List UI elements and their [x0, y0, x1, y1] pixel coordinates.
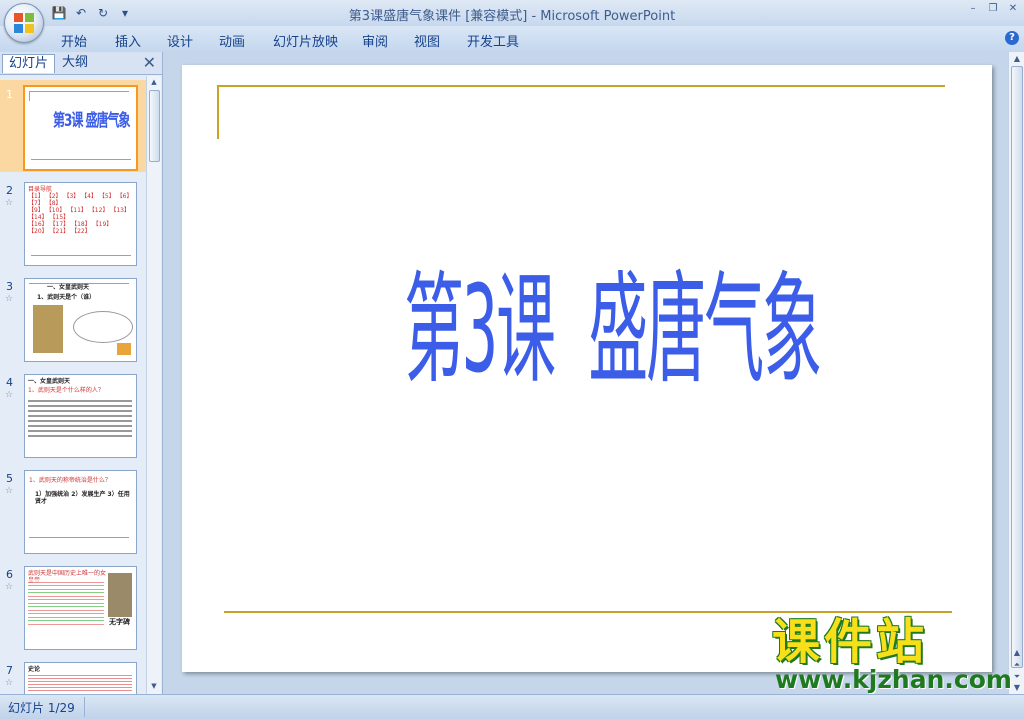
tab-design[interactable]: 设计: [167, 31, 193, 50]
slide-thumb-1[interactable]: 1 第3课 盛唐气象: [0, 80, 146, 172]
animation-star-icon: ☆: [5, 486, 14, 496]
scroll-down-icon[interactable]: ▼: [149, 682, 159, 692]
thumb-body: [28, 579, 104, 627]
slide-thumb-4[interactable]: 4 ☆ 一、女皇武则天 1、武则天是个什么样的人？: [0, 368, 146, 460]
watermark-url: www.kjzhan.com: [775, 665, 1012, 694]
scroll-up-icon[interactable]: ▲: [1012, 54, 1022, 63]
slide-title[interactable]: 第3课 盛唐气象: [404, 233, 822, 407]
tab-slides[interactable]: 幻灯片: [2, 54, 56, 73]
window-controls: – ❐ ✕: [966, 2, 1020, 16]
decor-line-left: [217, 85, 219, 139]
animation-star-icon: ☆: [5, 678, 14, 688]
thumb-heading: 一、女皇武则天: [47, 284, 90, 291]
slide-thumb-6[interactable]: 6 ☆ 武则天是中国历史上唯一的女皇帝 无字碑: [0, 560, 146, 652]
thumb-sub: 1、武则天是个什么样的人？: [28, 387, 104, 394]
slide-number: 7: [6, 664, 13, 677]
thumb-sub: 1、武则天是个（谁）: [37, 294, 96, 301]
scroll-thumb[interactable]: [1011, 66, 1023, 668]
decor-line-top: [217, 85, 945, 87]
thumb-heading: 1、武则天的称帝统治是什么？: [29, 477, 111, 484]
animation-star-icon: ☆: [5, 294, 14, 304]
thumb-sub: 1）加强统治 2）发展生产 3）任用贤才: [35, 491, 130, 505]
slide-thumb-7[interactable]: 7 ☆ 史论: [0, 656, 146, 694]
portrait-image: [33, 305, 63, 353]
thumbnail: 一、女皇武则天 1、武则天是个（谁）: [24, 278, 137, 362]
slides-pane: 幻灯片 大纲 ✕ 1 第3课 盛唐气象 2 ☆ 目录导航 【1】 【2】 【3】…: [0, 52, 163, 694]
stele-image: [108, 573, 132, 617]
thumbnail: 第3课 盛唐气象: [23, 85, 138, 171]
tab-home[interactable]: 开始: [61, 31, 87, 50]
scroll-up-icon[interactable]: ▲: [1012, 648, 1022, 657]
previous-slide-icon[interactable]: ⏶: [1012, 660, 1022, 669]
tab-developer[interactable]: 开发工具: [467, 31, 519, 50]
scroll-down-icon[interactable]: ▼: [1012, 683, 1022, 692]
thumb-heading: 一、女皇武则天: [28, 378, 71, 385]
tab-review[interactable]: 审阅: [362, 31, 388, 50]
slide-number: 5: [6, 472, 13, 485]
pane-tabs: 幻灯片 大纲 ✕: [0, 52, 162, 75]
thumbnails-scrollbar[interactable]: ▲ ▼: [146, 76, 161, 694]
scroll-thumb[interactable]: [149, 90, 160, 162]
close-pane-icon[interactable]: ✕: [143, 54, 156, 72]
thumb-title: 第3课 盛唐气象: [53, 110, 131, 130]
minimize-icon[interactable]: –: [966, 2, 980, 16]
speech-bubble: [73, 311, 133, 343]
decor-line-bottom: [224, 611, 952, 613]
help-icon[interactable]: ?: [1005, 31, 1019, 45]
slide-thumb-5[interactable]: 5 ☆ 1、武则天的称帝统治是什么？ 1）加强统治 2）发展生产 3）任用贤才: [0, 464, 146, 556]
thumb-side: 无字碑: [109, 618, 130, 626]
restore-icon[interactable]: ❐: [986, 2, 1000, 16]
slide-number: 2: [6, 184, 13, 197]
slide-indicator: 幻灯片 1/29: [8, 701, 75, 715]
animation-star-icon: ☆: [5, 198, 14, 208]
office-button[interactable]: [4, 3, 44, 43]
slide-number: 1: [6, 88, 13, 101]
thumbnail: 武则天是中国历史上唯一的女皇帝 无字碑: [24, 566, 137, 650]
slide-thumbnails: 1 第3课 盛唐气象 2 ☆ 目录导航 【1】 【2】 【3】 【4】 【5】 …: [0, 76, 146, 694]
office-logo-icon: [14, 13, 34, 33]
next-slide-icon[interactable]: ⏷: [1012, 672, 1022, 681]
slide-thumb-2[interactable]: 2 ☆ 目录导航 【1】 【2】 【3】 【4】 【5】 【6】 【7】 【8】…: [0, 176, 146, 268]
tab-slideshow[interactable]: 幻灯片放映: [273, 31, 338, 50]
thumbnail: 1、武则天的称帝统治是什么？ 1）加强统治 2）发展生产 3）任用贤才: [24, 470, 137, 554]
title-bar: 💾 ↶ ↻ ▾ 第3课盛唐气象课件 [兼容模式] - Microsoft Pow…: [0, 0, 1024, 26]
tab-outline[interactable]: 大纲: [56, 54, 94, 72]
cartoon-image: [117, 343, 131, 355]
animation-star-icon: ☆: [5, 582, 14, 592]
tab-animations[interactable]: 动画: [219, 31, 245, 50]
thumb-text: 目录导航 【1】 【2】 【3】 【4】 【5】 【6】 【7】 【8】 【9】…: [28, 186, 133, 235]
tab-insert[interactable]: 插入: [115, 31, 141, 50]
thumb-body: [28, 673, 132, 693]
thumb-text: 史论: [28, 666, 41, 673]
thumbnail: 一、女皇武则天 1、武则天是个什么样的人？: [24, 374, 137, 458]
thumbnail: 史论: [24, 662, 137, 694]
window-title: 第3课盛唐气象课件 [兼容模式] - Microsoft PowerPoint: [348, 9, 676, 24]
thumbnail: 目录导航 【1】 【2】 【3】 【4】 【5】 【6】 【7】 【8】 【9】…: [24, 182, 137, 266]
ribbon-tabs: 开始 插入 设计 动画 幻灯片放映 审阅 视图 开发工具 ?: [0, 26, 1024, 53]
status-bar: 幻灯片 1/29: [0, 694, 1024, 719]
current-slide[interactable]: 第3课 盛唐气象: [182, 65, 992, 672]
slide-editor: 第3课 盛唐气象: [163, 52, 1008, 694]
close-icon[interactable]: ✕: [1006, 2, 1020, 16]
animation-star-icon: ☆: [5, 390, 14, 400]
watermark-title: 课件站: [772, 614, 929, 670]
editor-scrollbar[interactable]: ▲ ▲ ⏶ ⏷ ▼: [1008, 52, 1024, 694]
slide-number: 3: [6, 280, 13, 293]
slide-number: 6: [6, 568, 13, 581]
scroll-up-icon[interactable]: ▲: [149, 78, 159, 88]
status-divider: [84, 697, 85, 717]
thumb-body: [28, 397, 132, 437]
tab-view[interactable]: 视图: [414, 31, 440, 50]
slide-number: 4: [6, 376, 13, 389]
slide-thumb-3[interactable]: 3 ☆ 一、女皇武则天 1、武则天是个（谁）: [0, 272, 146, 364]
